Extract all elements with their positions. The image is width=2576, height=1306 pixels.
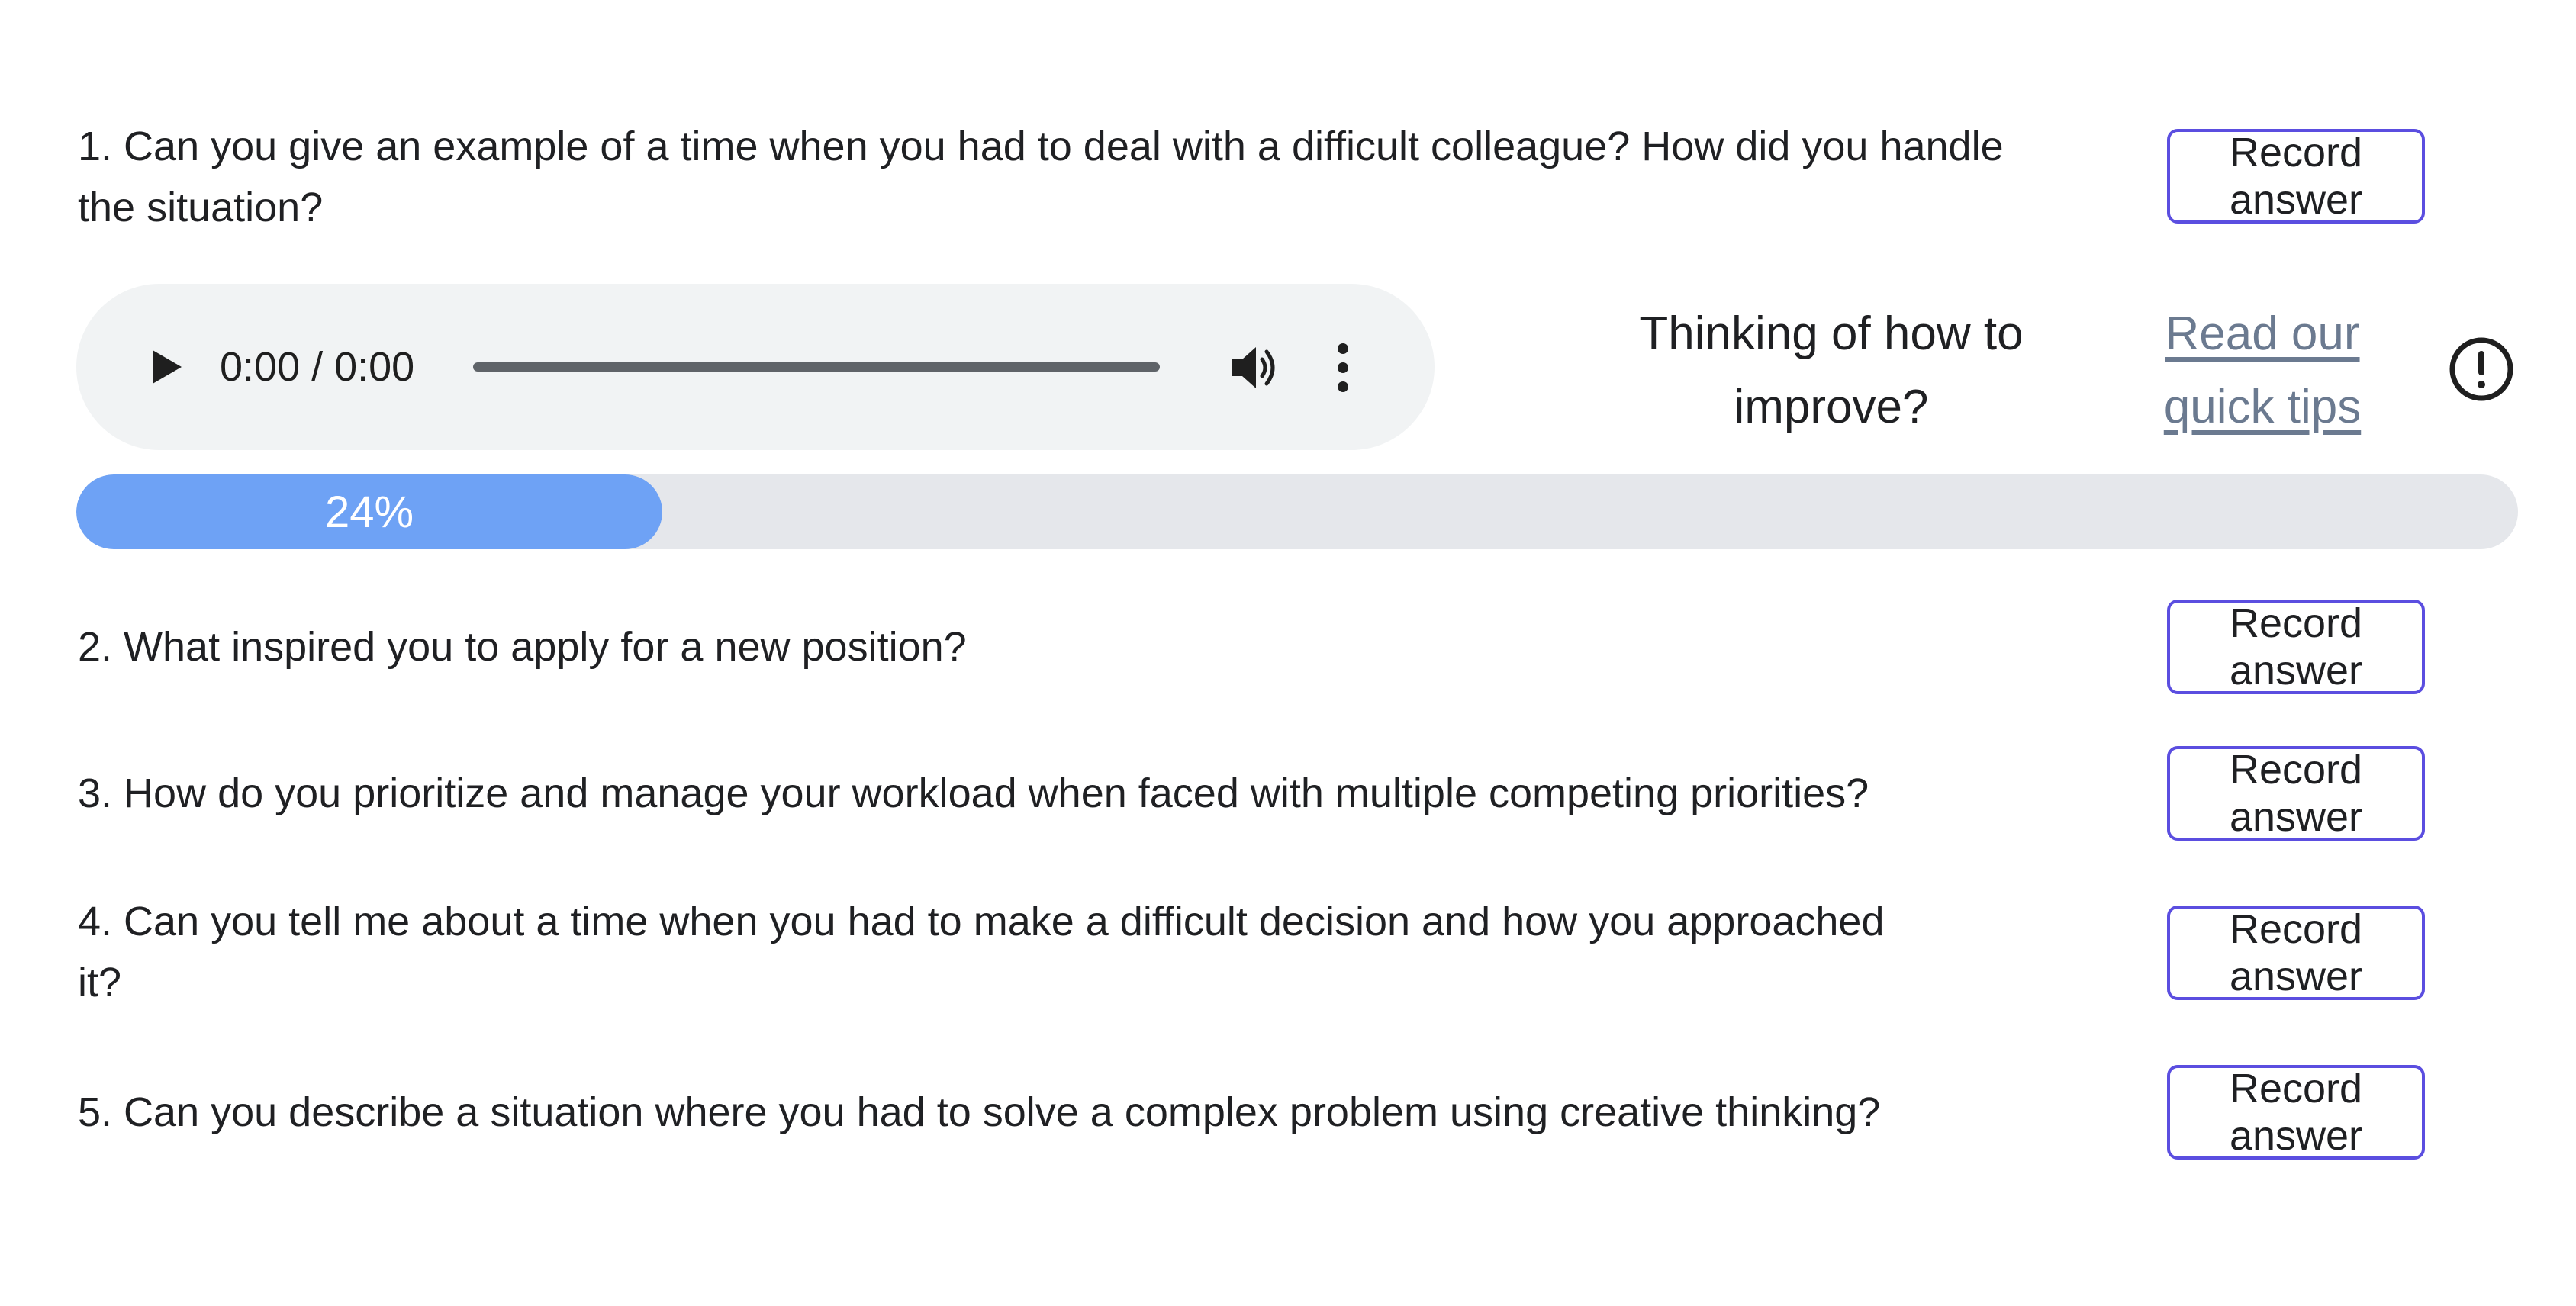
question-3-text: 3. How do you prioritize and manage your…	[78, 770, 1869, 816]
question-4-text: 4. Can you tell me about a time when you…	[78, 899, 1885, 1005]
question-2-text: 2. What inspired you to apply for a new …	[78, 624, 967, 670]
audio-time: 0:00 / 0:00	[220, 344, 415, 390]
play-icon[interactable]	[142, 344, 188, 390]
record-answer-button-1[interactable]: Record answer	[2167, 129, 2425, 224]
audio-seek-bar[interactable]	[473, 362, 1160, 372]
audio-player[interactable]: 0:00 / 0:00	[76, 284, 1435, 450]
more-vert-icon[interactable]	[1328, 341, 1358, 394]
improve-prompt: Thinking of how to improve?	[1639, 307, 2024, 433]
volume-icon[interactable]	[1227, 341, 1280, 394]
record-answer-button-5[interactable]: Record answer	[2167, 1065, 2425, 1160]
alert-circle-icon[interactable]	[2448, 336, 2515, 403]
question-1-text: 1. Can you give an example of a time whe…	[78, 124, 2004, 230]
progress-label: 24%	[324, 487, 414, 537]
progress-bar: 24%	[76, 474, 2518, 549]
record-answer-button-2[interactable]: Record answer	[2167, 600, 2425, 694]
progress-bar-fill: 24%	[76, 474, 662, 549]
record-answer-button-4[interactable]: Record answer	[2167, 906, 2425, 1000]
record-answer-button-3[interactable]: Record answer	[2167, 746, 2425, 841]
quick-tips-link[interactable]: Read our quick tips	[2136, 298, 2388, 444]
question-5-text: 5. Can you describe a situation where yo…	[78, 1089, 1881, 1135]
